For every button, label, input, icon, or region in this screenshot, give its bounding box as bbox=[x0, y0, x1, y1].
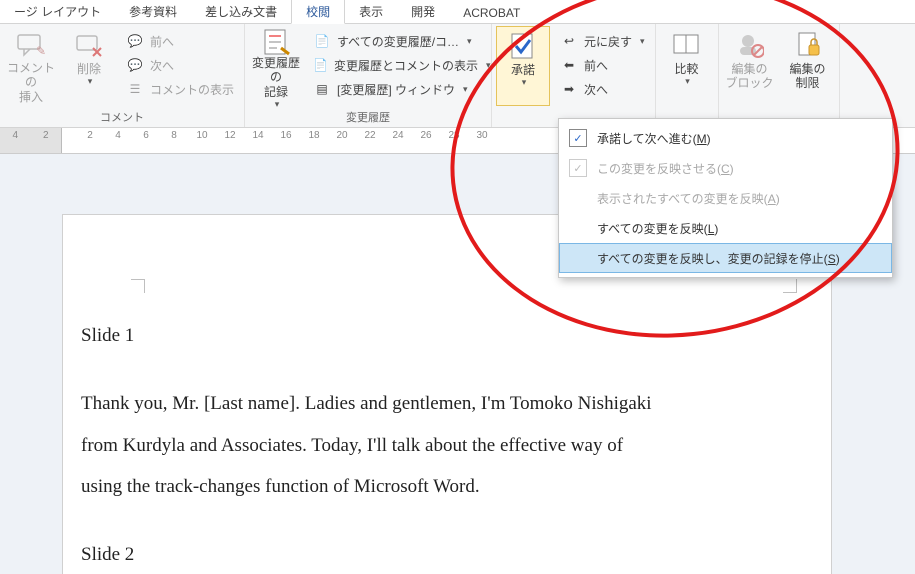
ruler-left: 4 2 bbox=[0, 128, 62, 153]
tab-mailings[interactable]: 差し込み文書 bbox=[191, 0, 291, 23]
crop-mark-icon bbox=[783, 279, 797, 293]
delete-comment-label: 削除 bbox=[77, 62, 101, 76]
svg-text:✎: ✎ bbox=[36, 44, 46, 57]
accept-label: 承諾 bbox=[511, 63, 535, 77]
group-compare: 比較 ▾ bbox=[655, 24, 719, 127]
group-tracking-label: 変更履歴 bbox=[249, 107, 487, 127]
chevron-down-icon: ▾ bbox=[522, 77, 527, 88]
compare-icon bbox=[672, 28, 702, 62]
group-tracking: 変更履歴の 記録 ▾ 📄 すべての変更履歴/コ… ▾ 📄 変更履歴とコメントの表… bbox=[245, 24, 492, 127]
show-markup-label: 変更履歴とコメントの表示 bbox=[334, 57, 478, 74]
doc-line: Slide 2 bbox=[81, 534, 771, 574]
group-protect: 編集の ブロック 編集の 制限 bbox=[719, 24, 840, 127]
lock-icon bbox=[795, 28, 821, 62]
next-icon: ➡ bbox=[560, 80, 578, 98]
prev-change-label: 前へ bbox=[584, 57, 608, 74]
accept-dropdown-menu: ✓ 承諾して次へ進む(M) ✓ この変更を反映させる(C) 表示されたすべての変… bbox=[558, 118, 893, 278]
tab-page-layout[interactable]: ージ レイアウト bbox=[0, 0, 115, 23]
restrict-editing-button[interactable]: 編集の 制限 bbox=[781, 26, 835, 106]
balloon-prev-icon: 💬 bbox=[126, 32, 144, 50]
next-comment-button[interactable]: 💬 次へ bbox=[120, 54, 240, 76]
compare-button[interactable]: 比較 ▾ bbox=[660, 26, 714, 106]
reviewing-pane-label: [変更履歴] ウィンドウ bbox=[337, 81, 455, 98]
block-icon bbox=[736, 28, 764, 62]
tab-developer[interactable]: 開発 bbox=[397, 0, 449, 23]
comment-icon: ✎ bbox=[16, 28, 46, 61]
menu-accept-all-stop-tracking[interactable]: すべての変更を反映し、変更の記録を停止(S) bbox=[559, 243, 892, 273]
check-icon: ✓ bbox=[569, 129, 587, 147]
chevron-down-icon: ▾ bbox=[486, 60, 491, 71]
menu-accept-and-next[interactable]: ✓ 承諾して次へ進む(M) bbox=[559, 123, 892, 153]
reject-label: 元に戻す bbox=[584, 33, 632, 50]
display-mode-label: すべての変更履歴/コ… bbox=[337, 33, 459, 50]
block-authors-label: 編集の ブロック bbox=[726, 62, 774, 91]
track-changes-label: 変更履歴の 記録 bbox=[251, 56, 301, 99]
ribbon-tabs: ージ レイアウト 参考資料 差し込み文書 校閲 表示 開発 ACROBAT bbox=[0, 0, 915, 24]
chevron-down-icon: ▾ bbox=[640, 36, 645, 47]
new-comment-label: コメントの 挿入 bbox=[6, 61, 56, 104]
chevron-down-icon: ▾ bbox=[685, 76, 690, 87]
doc-icon: 📄 bbox=[313, 56, 328, 74]
prev-change-button[interactable]: ⬅ 前へ bbox=[554, 54, 651, 76]
pane-icon: ▤ bbox=[313, 80, 331, 98]
accept-icon bbox=[508, 29, 538, 63]
undo-icon: ↩ bbox=[560, 32, 578, 50]
chevron-down-icon: ▾ bbox=[88, 76, 93, 87]
doc-icon: 📄 bbox=[313, 32, 331, 50]
tab-references[interactable]: 参考資料 bbox=[115, 0, 191, 23]
list-icon: ☰ bbox=[126, 80, 144, 98]
show-markup-dropdown[interactable]: 📄 変更履歴とコメントの表示 ▾ bbox=[307, 54, 487, 76]
tab-acrobat[interactable]: ACROBAT bbox=[449, 3, 534, 23]
doc-line: using the track-changes function of Micr… bbox=[81, 466, 771, 508]
prev-icon: ⬅ bbox=[560, 56, 578, 74]
track-changes-button[interactable]: 変更履歴の 記録 ▾ bbox=[249, 26, 303, 106]
show-comments-label: コメントの表示 bbox=[150, 81, 234, 98]
doc-line: Thank you, Mr. [Last name]. Ladies and g… bbox=[81, 383, 771, 425]
group-comments: ✎ コメントの 挿入 削除 ▾ 💬 前へ 💬 次へ bbox=[0, 24, 245, 127]
next-comment-label: 次へ bbox=[150, 57, 174, 74]
chevron-down-icon: ▾ bbox=[463, 84, 468, 95]
menu-accept-this-change: ✓ この変更を反映させる(C) bbox=[559, 153, 892, 183]
restrict-editing-label: 編集の 制限 bbox=[790, 62, 826, 91]
group-changes: 承諾 ▾ ↩ 元に戻す ▾ ⬅ 前へ ➡ 次へ bbox=[492, 24, 655, 127]
delete-icon bbox=[75, 28, 103, 62]
compare-label: 比較 bbox=[675, 62, 699, 76]
block-authors-button[interactable]: 編集の ブロック bbox=[723, 26, 777, 106]
doc-line: from Kurdyla and Associates. Today, I'll… bbox=[81, 425, 771, 467]
next-change-button[interactable]: ➡ 次へ bbox=[554, 78, 651, 100]
accept-button[interactable]: 承諾 ▾ bbox=[496, 26, 550, 106]
reject-button[interactable]: ↩ 元に戻す ▾ bbox=[554, 30, 651, 52]
track-changes-icon bbox=[261, 28, 291, 56]
chevron-down-icon: ▾ bbox=[467, 36, 472, 47]
check-icon: ✓ bbox=[569, 159, 587, 177]
display-mode-dropdown[interactable]: 📄 すべての変更履歴/コ… ▾ bbox=[307, 30, 487, 52]
menu-accept-all[interactable]: すべての変更を反映(L) bbox=[559, 213, 892, 243]
prev-comment-label: 前へ bbox=[150, 33, 174, 50]
new-comment-button[interactable]: ✎ コメントの 挿入 bbox=[4, 26, 58, 106]
doc-line: Slide 1 bbox=[81, 315, 771, 357]
crop-mark-icon bbox=[131, 279, 145, 293]
group-comments-label: コメント bbox=[4, 107, 240, 127]
show-comments-button[interactable]: ☰ コメントの表示 bbox=[120, 78, 240, 100]
balloon-next-icon: 💬 bbox=[126, 56, 144, 74]
menu-accept-all-shown: 表示されたすべての変更を反映(A) bbox=[559, 183, 892, 213]
prev-comment-button[interactable]: 💬 前へ bbox=[120, 30, 240, 52]
delete-comment-button[interactable]: 削除 ▾ bbox=[62, 26, 116, 106]
reviewing-pane-dropdown[interactable]: ▤ [変更履歴] ウィンドウ ▾ bbox=[307, 78, 487, 100]
tab-view[interactable]: 表示 bbox=[345, 0, 397, 23]
next-change-label: 次へ bbox=[584, 81, 608, 98]
tab-review[interactable]: 校閲 bbox=[291, 0, 345, 24]
ribbon: ✎ コメントの 挿入 削除 ▾ 💬 前へ 💬 次へ bbox=[0, 24, 915, 128]
